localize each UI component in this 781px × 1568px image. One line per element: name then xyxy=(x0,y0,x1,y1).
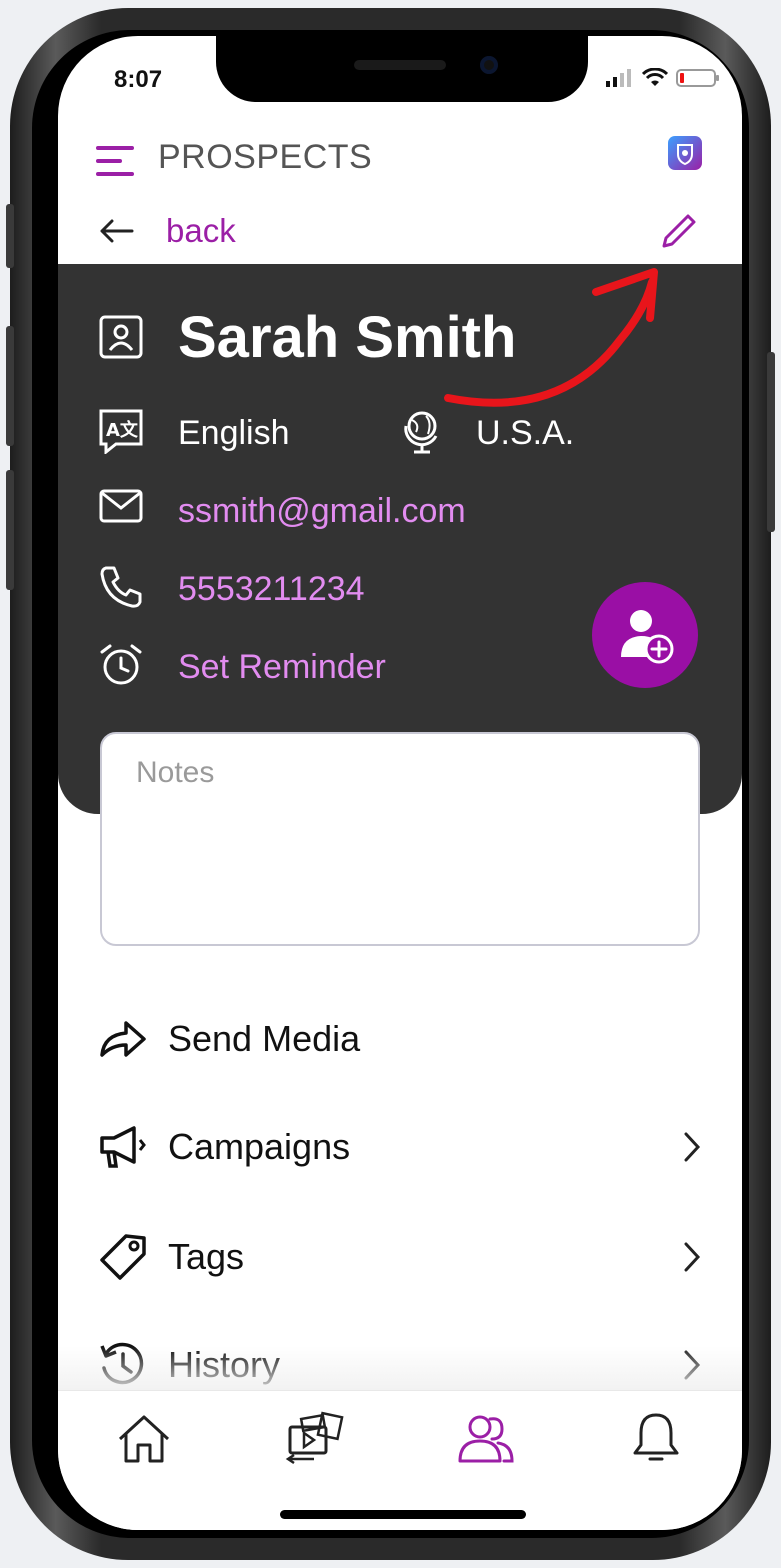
annotation-arrow xyxy=(444,268,658,407)
